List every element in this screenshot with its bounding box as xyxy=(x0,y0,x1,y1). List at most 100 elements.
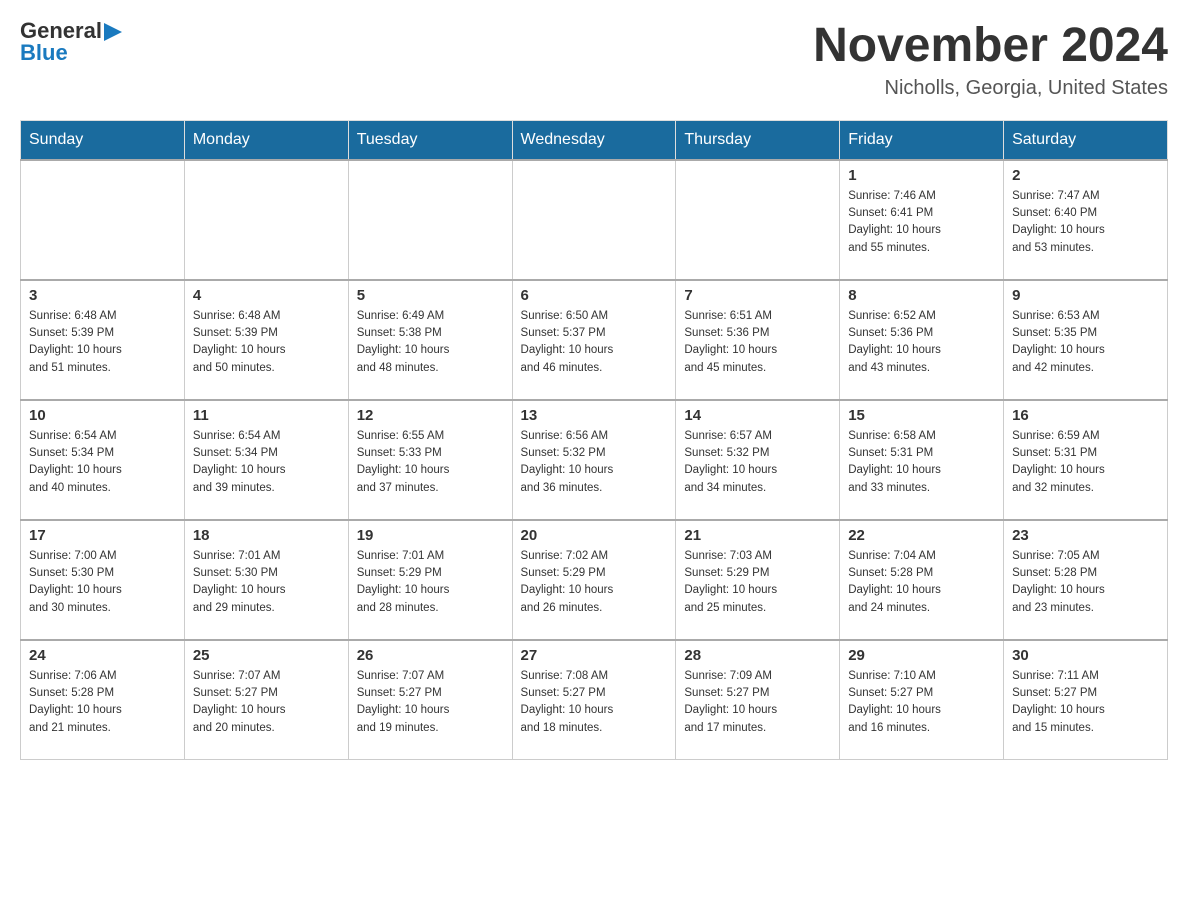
calendar-table: Sunday Monday Tuesday Wednesday Thursday… xyxy=(20,120,1168,761)
logo-arrow-icon xyxy=(104,23,122,41)
calendar-cell: 30 Sunrise: 7:11 AM Sunset: 5:27 PM Dayli… xyxy=(1004,640,1168,760)
day-info: Sunrise: 7:01 AM Sunset: 5:29 PM Dayligh… xyxy=(357,548,504,617)
day-number: 11 xyxy=(193,407,340,424)
day-number: 25 xyxy=(193,647,340,664)
day-number: 9 xyxy=(1012,287,1159,304)
calendar-cell: 10 Sunrise: 6:54 AM Sunset: 5:34 PM Dayli… xyxy=(21,400,185,520)
day-info: Sunrise: 6:59 AM Sunset: 5:31 PM Dayligh… xyxy=(1012,428,1159,497)
logo: General Blue xyxy=(20,20,122,65)
header-monday: Monday xyxy=(184,120,348,160)
calendar-cell xyxy=(348,160,512,280)
calendar-cell: 9 Sunrise: 6:53 AM Sunset: 5:35 PM Daylig… xyxy=(1004,280,1168,400)
day-info: Sunrise: 6:58 AM Sunset: 5:31 PM Dayligh… xyxy=(848,428,995,497)
calendar-cell: 3 Sunrise: 6:48 AM Sunset: 5:39 PM Daylig… xyxy=(21,280,185,400)
calendar-cell: 11 Sunrise: 6:54 AM Sunset: 5:34 PM Dayli… xyxy=(184,400,348,520)
day-info: Sunrise: 6:55 AM Sunset: 5:33 PM Dayligh… xyxy=(357,428,504,497)
calendar-cell: 25 Sunrise: 7:07 AM Sunset: 5:27 PM Dayli… xyxy=(184,640,348,760)
calendar-cell: 21 Sunrise: 7:03 AM Sunset: 5:29 PM Dayli… xyxy=(676,520,840,640)
day-number: 16 xyxy=(1012,407,1159,424)
day-number: 12 xyxy=(357,407,504,424)
calendar-week-row-2: 10 Sunrise: 6:54 AM Sunset: 5:34 PM Dayli… xyxy=(21,400,1168,520)
day-info: Sunrise: 6:54 AM Sunset: 5:34 PM Dayligh… xyxy=(193,428,340,497)
header-thursday: Thursday xyxy=(676,120,840,160)
calendar-cell: 26 Sunrise: 7:07 AM Sunset: 5:27 PM Dayli… xyxy=(348,640,512,760)
day-number: 15 xyxy=(848,407,995,424)
day-info: Sunrise: 7:06 AM Sunset: 5:28 PM Dayligh… xyxy=(29,668,176,737)
day-info: Sunrise: 6:52 AM Sunset: 5:36 PM Dayligh… xyxy=(848,308,995,377)
day-info: Sunrise: 7:10 AM Sunset: 5:27 PM Dayligh… xyxy=(848,668,995,737)
calendar-cell: 4 Sunrise: 6:48 AM Sunset: 5:39 PM Daylig… xyxy=(184,280,348,400)
day-number: 29 xyxy=(848,647,995,664)
day-number: 22 xyxy=(848,527,995,544)
day-info: Sunrise: 7:08 AM Sunset: 5:27 PM Dayligh… xyxy=(521,668,668,737)
day-number: 26 xyxy=(357,647,504,664)
day-number: 17 xyxy=(29,527,176,544)
day-info: Sunrise: 7:00 AM Sunset: 5:30 PM Dayligh… xyxy=(29,548,176,617)
day-info: Sunrise: 7:07 AM Sunset: 5:27 PM Dayligh… xyxy=(193,668,340,737)
calendar-cell: 7Sunrise: 6:51 AM Sunset: 5:36 PM Daylig… xyxy=(676,280,840,400)
day-info: Sunrise: 7:11 AM Sunset: 5:27 PM Dayligh… xyxy=(1012,668,1159,737)
day-info: Sunrise: 7:01 AM Sunset: 5:30 PM Dayligh… xyxy=(193,548,340,617)
day-number: 27 xyxy=(521,647,668,664)
calendar-cell: 24Sunrise: 7:06 AM Sunset: 5:28 PM Dayli… xyxy=(21,640,185,760)
day-info: Sunrise: 6:50 AM Sunset: 5:37 PM Dayligh… xyxy=(521,308,668,377)
calendar-cell: 1Sunrise: 7:46 AM Sunset: 6:41 PM Daylig… xyxy=(840,160,1004,280)
day-number: 4 xyxy=(193,287,340,304)
day-info: Sunrise: 7:07 AM Sunset: 5:27 PM Dayligh… xyxy=(357,668,504,737)
day-info: Sunrise: 7:46 AM Sunset: 6:41 PM Dayligh… xyxy=(848,188,995,257)
day-info: Sunrise: 7:04 AM Sunset: 5:28 PM Dayligh… xyxy=(848,548,995,617)
calendar-cell: 28 Sunrise: 7:09 AM Sunset: 5:27 PM Dayli… xyxy=(676,640,840,760)
page-header: General Blue November 2024 Nicholls, Geo… xyxy=(20,20,1168,100)
day-number: 13 xyxy=(521,407,668,424)
day-info: Sunrise: 6:54 AM Sunset: 5:34 PM Dayligh… xyxy=(29,428,176,497)
calendar-cell: 6Sunrise: 6:50 AM Sunset: 5:37 PM Daylig… xyxy=(512,280,676,400)
day-number: 8 xyxy=(848,287,995,304)
header-wednesday: Wednesday xyxy=(512,120,676,160)
calendar-cell: 19 Sunrise: 7:01 AM Sunset: 5:29 PM Dayli… xyxy=(348,520,512,640)
day-number: 10 xyxy=(29,407,176,424)
calendar-cell: 12 Sunrise: 6:55 AM Sunset: 5:33 PM Dayli… xyxy=(348,400,512,520)
day-number: 30 xyxy=(1012,647,1159,664)
location-text: Nicholls, Georgia, United States xyxy=(813,77,1168,100)
calendar-cell: 14 Sunrise: 6:57 AM Sunset: 5:32 PM Dayli… xyxy=(676,400,840,520)
calendar-cell: 17 Sunrise: 7:00 AM Sunset: 5:30 PM Dayli… xyxy=(21,520,185,640)
day-info: Sunrise: 6:48 AM Sunset: 5:39 PM Dayligh… xyxy=(29,308,176,377)
day-number: 21 xyxy=(684,527,831,544)
day-info: Sunrise: 6:51 AM Sunset: 5:36 PM Dayligh… xyxy=(684,308,831,377)
day-number: 14 xyxy=(684,407,831,424)
day-number: 19 xyxy=(357,527,504,544)
calendar-cell: 18 Sunrise: 7:01 AM Sunset: 5:30 PM Dayli… xyxy=(184,520,348,640)
day-info: Sunrise: 7:02 AM Sunset: 5:29 PM Dayligh… xyxy=(521,548,668,617)
day-info: Sunrise: 6:53 AM Sunset: 5:35 PM Dayligh… xyxy=(1012,308,1159,377)
header-sunday: Sunday xyxy=(21,120,185,160)
day-info: Sunrise: 6:48 AM Sunset: 5:39 PM Dayligh… xyxy=(193,308,340,377)
calendar-cell: 2Sunrise: 7:47 AM Sunset: 6:40 PM Daylig… xyxy=(1004,160,1168,280)
day-info: Sunrise: 7:09 AM Sunset: 5:27 PM Dayligh… xyxy=(684,668,831,737)
logo-blue-text: Blue xyxy=(20,40,68,65)
day-number: 5 xyxy=(357,287,504,304)
day-number: 20 xyxy=(521,527,668,544)
calendar-cell: 29 Sunrise: 7:10 AM Sunset: 5:27 PM Dayli… xyxy=(840,640,1004,760)
day-info: Sunrise: 6:57 AM Sunset: 5:32 PM Dayligh… xyxy=(684,428,831,497)
header-saturday: Saturday xyxy=(1004,120,1168,160)
day-number: 3 xyxy=(29,287,176,304)
day-info: Sunrise: 7:03 AM Sunset: 5:29 PM Dayligh… xyxy=(684,548,831,617)
calendar-cell: 13 Sunrise: 6:56 AM Sunset: 5:32 PM Dayli… xyxy=(512,400,676,520)
calendar-cell: 15 Sunrise: 6:58 AM Sunset: 5:31 PM Dayli… xyxy=(840,400,1004,520)
calendar-cell: 22 Sunrise: 7:04 AM Sunset: 5:28 PM Dayli… xyxy=(840,520,1004,640)
day-number: 2 xyxy=(1012,167,1159,184)
day-number: 28 xyxy=(684,647,831,664)
logo-general-text: General xyxy=(20,20,102,42)
day-number: 18 xyxy=(193,527,340,544)
calendar-header-row: Sunday Monday Tuesday Wednesday Thursday… xyxy=(21,120,1168,160)
calendar-cell xyxy=(184,160,348,280)
calendar-cell xyxy=(512,160,676,280)
calendar-week-row-0: 1Sunrise: 7:46 AM Sunset: 6:41 PM Daylig… xyxy=(21,160,1168,280)
calendar-cell: 8 Sunrise: 6:52 AM Sunset: 5:36 PM Daylig… xyxy=(840,280,1004,400)
calendar-cell: 20 Sunrise: 7:02 AM Sunset: 5:29 PM Dayli… xyxy=(512,520,676,640)
month-title: November 2024 xyxy=(813,20,1168,73)
day-number: 23 xyxy=(1012,527,1159,544)
day-info: Sunrise: 6:56 AM Sunset: 5:32 PM Dayligh… xyxy=(521,428,668,497)
header-friday: Friday xyxy=(840,120,1004,160)
calendar-cell xyxy=(676,160,840,280)
